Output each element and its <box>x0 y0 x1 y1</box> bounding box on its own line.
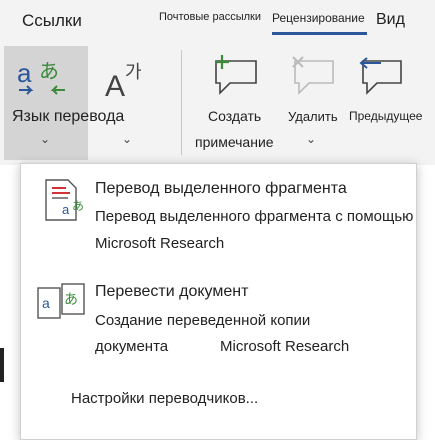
svg-text:あ: あ <box>72 199 84 213</box>
translate-language-icon: a あ <box>15 54 73 104</box>
translator-settings-item[interactable]: Настройки переводчиков... <box>71 390 258 407</box>
active-tab-underline <box>272 32 367 35</box>
new-comment-icon[interactable] <box>208 53 260 99</box>
svg-text:a: a <box>17 58 32 88</box>
chevron-down-icon: ⌄ <box>306 132 317 146</box>
tab-view[interactable]: Вид <box>376 11 405 29</box>
translate-document-desc-1: Создание переведенной копии <box>95 312 311 329</box>
translate-selection-desc-1: Перевод выделенного фрагмента с помощью <box>95 208 414 225</box>
ribbon-separator <box>181 50 182 155</box>
translate-selection-desc-2: Microsoft Research <box>95 235 225 252</box>
svg-text:가: 가 <box>125 62 142 83</box>
tab-references[interactable]: Ссылки <box>22 11 82 31</box>
translate-selection-icon: a あ <box>42 178 88 224</box>
translate-document-desc-2b: Microsoft Research <box>220 338 350 355</box>
svg-text:あ: あ <box>39 59 59 83</box>
new-comment-label-2: примечание <box>195 134 274 150</box>
chevron-down-icon: ⌄ <box>40 132 51 146</box>
svg-text:a: a <box>42 295 50 311</box>
chevron-down-icon: ⌄ <box>122 132 133 146</box>
delete-label: Удалить <box>288 109 338 124</box>
translate-document-title: Перевести документ <box>95 283 249 300</box>
translate-language-label: Язык перевода <box>12 108 125 125</box>
previous-comment-icon[interactable] <box>355 53 405 99</box>
translate-document-icon: a あ <box>36 282 86 322</box>
tab-review[interactable]: Рецензирование <box>272 11 365 25</box>
delete-comment-icon[interactable] <box>287 53 337 99</box>
translate-selection-title: Перевод выделенного фрагмента <box>95 180 347 197</box>
svg-text:a: a <box>62 202 70 217</box>
tab-mailings[interactable]: Почтовые рассылки <box>159 11 261 23</box>
document-text-fragment <box>0 348 4 382</box>
new-comment-label-1: Создать <box>208 108 262 124</box>
svg-text:A: A <box>105 70 125 102</box>
translate-document-desc-2: документа <box>95 338 169 355</box>
previous-label: Предыдущее <box>349 109 423 123</box>
language-icon[interactable]: A 가 <box>103 56 153 103</box>
svg-text:あ: あ <box>64 292 78 308</box>
